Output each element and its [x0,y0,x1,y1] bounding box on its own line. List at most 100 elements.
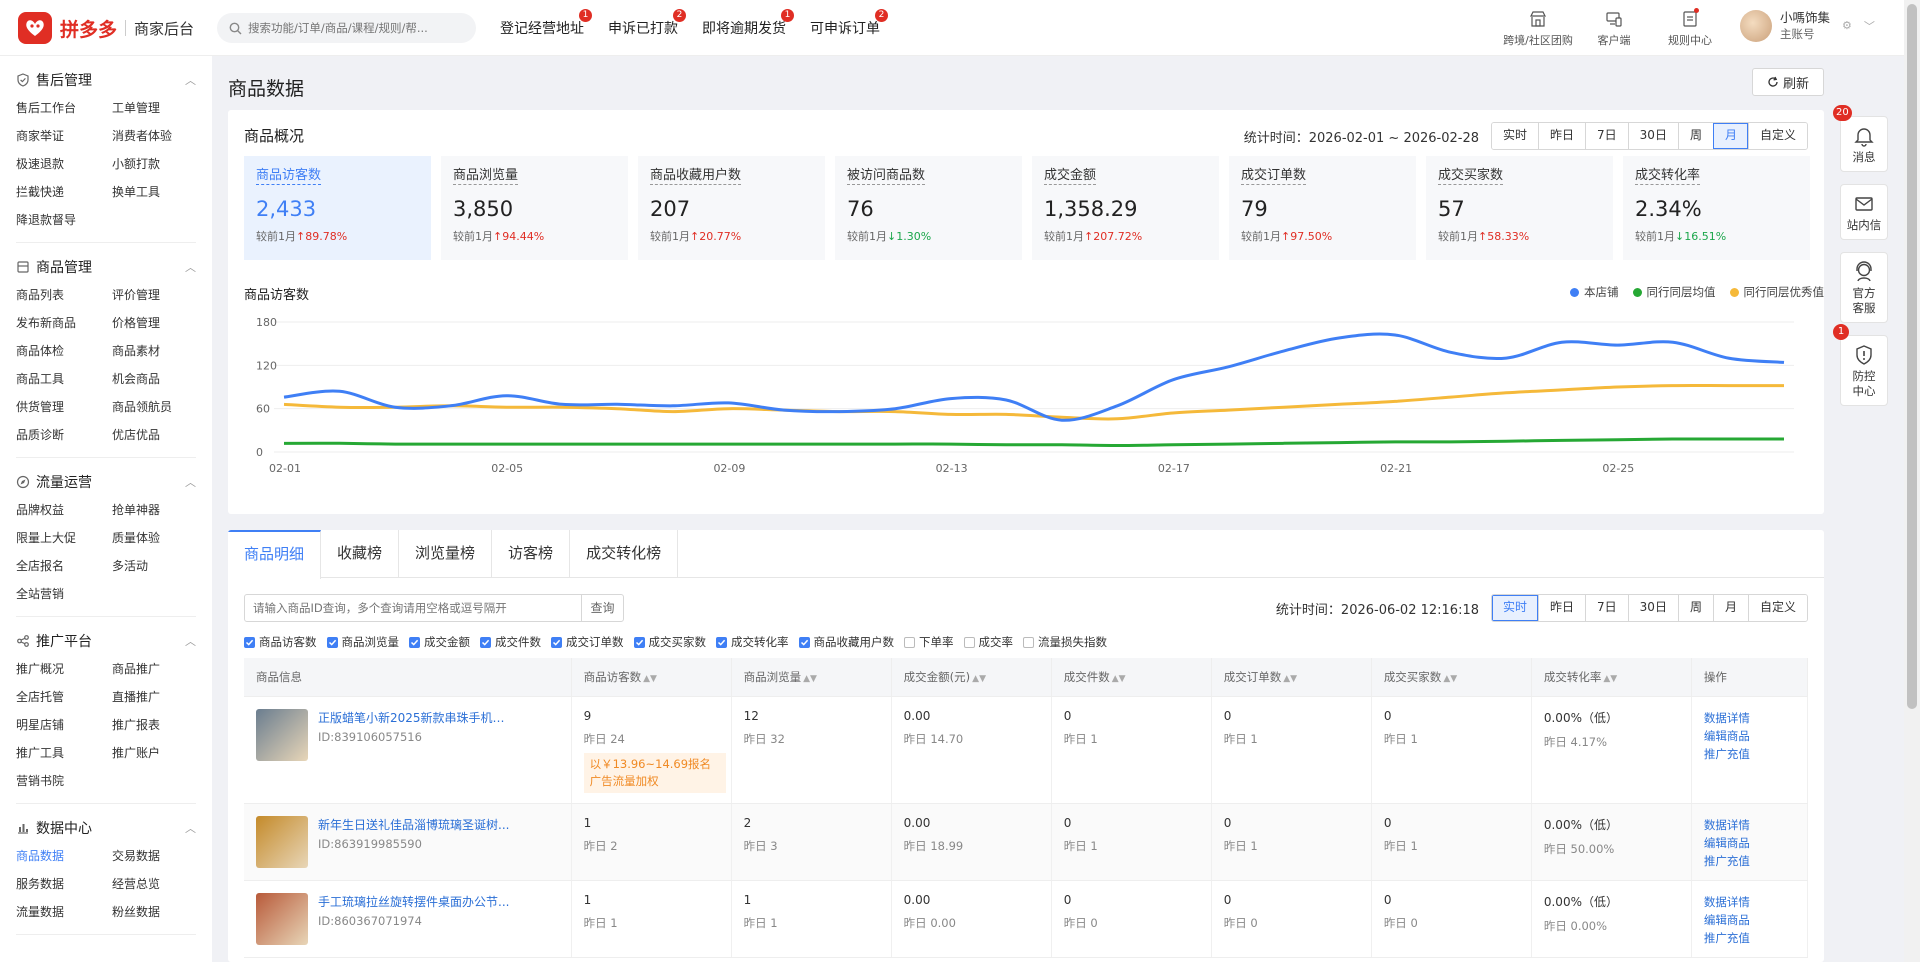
tool-rules[interactable]: 规则中心 [1652,6,1728,48]
global-search[interactable] [217,13,476,43]
period-option[interactable]: 30日 [1627,123,1678,149]
checkbox[interactable] [904,636,915,648]
float-button[interactable]: 20 消息 [1833,105,1888,172]
period-option[interactable]: 昨日 [1538,595,1586,621]
avatar[interactable] [1740,9,1772,42]
sort-icon[interactable]: ▲▼ [643,674,657,684]
checkbox[interactable] [551,636,562,648]
period-option[interactable]: 7日 [1585,595,1628,621]
column-header[interactable]: 成交买家数 ▲▼ [1371,658,1532,697]
sort-icon[interactable]: ▲▼ [972,674,986,684]
sidebar-item[interactable]: 推广账户 [112,743,208,763]
period-option[interactable]: 周 [1677,123,1713,149]
scrollbar-thumb[interactable] [1907,4,1917,709]
operation-link[interactable]: 数据详情 [1704,893,1795,911]
sidebar-item[interactable]: 多活动 [112,556,208,576]
sidebar-item[interactable]: 商品素材 [112,341,208,361]
checkbox[interactable] [244,636,255,648]
sidebar-item[interactable]: 推广工具 [16,743,112,763]
checkbox[interactable] [409,636,420,648]
chevron-up-icon[interactable]: ︿ [185,474,196,490]
period-option[interactable]: 30日 [1627,595,1678,621]
sidebar-item[interactable]: 拦截快递 [16,182,112,202]
user-menu[interactable]: 小嗎饰集 主账号 ⚙ ﹀ [1740,9,1875,42]
sidebar-item[interactable]: 粉丝数据 [112,902,208,922]
column-header[interactable]: 成交订单数 ▲▼ [1211,658,1372,697]
sidebar-item[interactable]: 换单工具 [112,182,208,202]
sidebar-item[interactable]: 发布新商品 [16,313,112,333]
logo[interactable]: 拼多多 商家后台 [18,12,194,44]
sidebar-item[interactable]: 商家举证 [16,126,112,146]
sidebar-section-header[interactable]: 推广平台 ︿ [16,629,196,653]
sidebar-item[interactable]: 经营总览 [112,874,208,894]
period-option[interactable]: 月 [1712,123,1748,149]
sort-icon[interactable]: ▲▼ [1443,674,1457,684]
period-option[interactable]: 月 [1712,595,1748,621]
metric-card[interactable]: 成交订单数 79 较前1月↑97.50% [1229,156,1416,260]
checkbox[interactable] [326,636,338,648]
sidebar-item[interactable]: 商品工具 [16,369,112,389]
column-checkbox[interactable]: 成交件数 [480,634,541,650]
metric-card[interactable]: 成交金额 1,358.29 较前1月↑207.72% [1032,156,1219,260]
column-checkbox[interactable]: 商品访客数 [244,634,317,650]
sidebar-item[interactable]: 明星店铺 [16,715,112,735]
sidebar-section-header[interactable]: 流量运营 ︿ [16,470,196,494]
operation-link[interactable]: 编辑商品 [1704,727,1795,745]
tab-item[interactable]: 成交转化榜 [570,530,679,578]
product-name-link[interactable]: 手工琉璃拉丝旋转摆件桌面办公节... [318,893,514,910]
tab-item[interactable]: 浏览量榜 [399,530,493,578]
sidebar-item[interactable]: 价格管理 [112,313,208,333]
sort-icon[interactable]: ▲▼ [1603,674,1617,684]
quick-link-appealable-orders[interactable]: 可申诉订单 2 [810,9,888,38]
chevron-up-icon[interactable]: ︿ [185,72,196,88]
tab-item[interactable]: 收藏榜 [321,530,400,578]
checkbox[interactable] [480,636,491,648]
sidebar-item[interactable]: 全店托管 [16,687,112,707]
column-header[interactable]: 商品访客数 ▲▼ [571,658,732,697]
quick-link-overdue[interactable]: 即将逾期发货 1 [702,9,794,38]
sort-icon[interactable]: ▲▼ [1112,674,1126,684]
sidebar-item[interactable]: 优店优品 [112,425,208,445]
sidebar-item[interactable]: 商品推广 [112,659,208,679]
column-checkbox[interactable]: 成交订单数 [551,634,624,650]
sidebar-item[interactable]: 营销书院 [16,771,112,791]
checkbox[interactable] [798,636,810,648]
chevron-up-icon[interactable]: ︿ [185,820,196,836]
product-thumbnail[interactable] [256,892,308,945]
quick-link-appeal-paid[interactable]: 申诉已打款 2 [608,9,686,38]
sidebar-item[interactable]: 抢单神器 [112,500,208,520]
sidebar-item[interactable]: 商品体检 [16,341,112,361]
tab-item[interactable]: 访客榜 [492,530,571,578]
period-option[interactable]: 昨日 [1538,123,1586,149]
column-checkbox[interactable]: 成交金额 [409,634,470,650]
sidebar-item[interactable]: 商品列表 [16,285,112,305]
column-header[interactable]: 成交金额(元) ▲▼ [891,658,1052,697]
chevron-up-icon[interactable]: ︿ [185,259,196,275]
checkbox[interactable] [633,636,645,648]
quick-link-address[interactable]: 登记经营地址 1 [500,9,592,38]
checkbox[interactable] [716,636,727,648]
sidebar-section-header[interactable]: 售后管理 ︿ [16,68,196,92]
product-thumbnail[interactable] [256,708,308,761]
metric-card[interactable]: 成交买家数 57 较前1月↑58.33% [1426,156,1613,260]
operation-link[interactable]: 推广充值 [1704,929,1795,947]
column-checkbox[interactable]: 成交率 [963,634,1013,650]
product-name-link[interactable]: 新年生日送礼佳品淄博琉璃圣诞树... [318,816,514,833]
legend-item[interactable]: 同行同层优秀值 [1729,284,1824,300]
column-header[interactable]: 成交转化率 ▲▼ [1531,658,1692,697]
period-option[interactable]: 实时 [1492,595,1539,621]
sidebar-item[interactable]: 交易数据 [112,846,208,866]
column-checkbox[interactable]: 成交转化率 [716,634,789,650]
operation-link[interactable]: 推广充值 [1704,852,1795,870]
sidebar-item[interactable]: 小额打款 [112,154,208,174]
metric-card[interactable]: 商品浏览量 3,850 较前1月↑94.44% [441,156,628,260]
sidebar-item[interactable]: 推广概况 [16,659,112,679]
sidebar-section-header[interactable]: 商品管理 ︿ [16,255,196,279]
goods-id-input[interactable] [245,601,581,615]
period-option[interactable]: 自定义 [1747,123,1807,149]
float-button[interactable]: 官方客服 [1840,252,1888,323]
sidebar-item[interactable]: 供货管理 [16,397,112,417]
operation-link[interactable]: 数据详情 [1704,709,1795,727]
scrollbar[interactable] [1904,0,1920,962]
sidebar-item[interactable]: 全站营销 [16,584,112,604]
